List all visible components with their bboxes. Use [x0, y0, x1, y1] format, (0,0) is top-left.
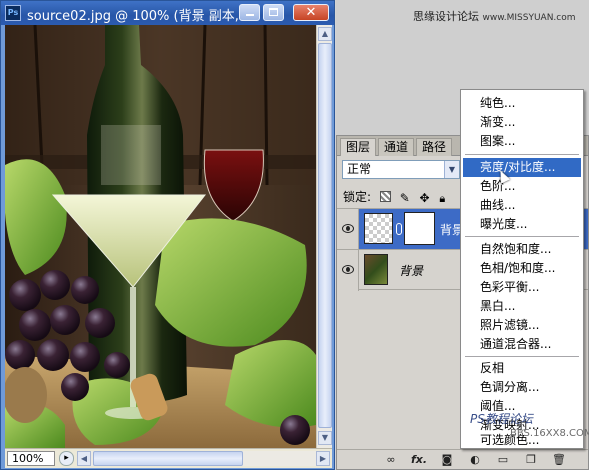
- menu-item-black-white[interactable]: 黑白...: [463, 297, 581, 316]
- menu-item-exposure[interactable]: 曝光度...: [463, 215, 581, 234]
- watermark-bottom-url: BBS.16XX8.COM: [510, 428, 589, 439]
- tab-paths[interactable]: 路径: [416, 138, 453, 156]
- menu-item-color-balance[interactable]: 色彩平衡...: [463, 278, 581, 297]
- adjustment-layer-menu: 纯色... 渐变... 图案... 亮度/对比度... 色阶... 曲线... …: [460, 89, 584, 449]
- new-layer-icon[interactable]: ❐: [523, 453, 539, 467]
- minimize-icon: [245, 14, 254, 16]
- image-canvas[interactable]: [5, 25, 316, 448]
- menu-item-curves[interactable]: 曲线...: [463, 196, 581, 215]
- menu-item-hue-saturation[interactable]: 色相/饱和度...: [463, 259, 581, 278]
- lock-transparent-icon[interactable]: [379, 191, 391, 202]
- eye-icon: [342, 265, 354, 274]
- horizontal-scroll-thumb[interactable]: [93, 451, 243, 466]
- menu-item-invert[interactable]: 反相: [463, 359, 581, 378]
- document-title: source02.jpg @ 100% (背景 副本, ...: [27, 9, 256, 24]
- menu-item-posterize[interactable]: 色调分离...: [463, 378, 581, 397]
- fx-icon[interactable]: fx.: [411, 453, 427, 467]
- scroll-left-arrow-icon[interactable]: ◀: [77, 451, 91, 466]
- scroll-right-arrow-icon[interactable]: ▶: [316, 451, 330, 466]
- eye-icon: [342, 224, 354, 233]
- mask-icon[interactable]: ◙: [439, 453, 455, 467]
- menu-item-pattern[interactable]: 图案...: [463, 132, 581, 151]
- menu-item-gradient[interactable]: 渐变...: [463, 113, 581, 132]
- close-button[interactable]: ✕: [293, 4, 329, 21]
- scroll-up-arrow-icon[interactable]: ▲: [318, 27, 332, 41]
- watermark-bottom: PS教程论坛: [470, 412, 533, 426]
- close-icon: ✕: [305, 5, 317, 20]
- layers-panel-toolbar: ∞ fx. ◙ ◐ ▭ ❐ 🗑︎: [337, 449, 588, 469]
- watermark-top-url: www.MISSYUAN.com: [482, 13, 576, 23]
- blend-mode-value: 正常: [347, 162, 372, 176]
- menu-item-brightness-contrast[interactable]: 亮度/对比度...: [463, 158, 581, 177]
- lock-move-icon[interactable]: ✥: [420, 191, 431, 205]
- watermark-top: 思缘设计论坛 www.MISSYUAN.com: [413, 8, 576, 24]
- photoshop-app-icon: Ps: [5, 5, 21, 21]
- menu-item-channel-mixer[interactable]: 通道混合器...: [463, 335, 581, 354]
- menu-item-solid-color[interactable]: 纯色...: [463, 94, 581, 113]
- zoom-level-field[interactable]: 100%: [7, 451, 55, 466]
- document-title-bar[interactable]: Ps source02.jpg @ 100% (背景 副本, ... ✕: [1, 1, 334, 25]
- visibility-toggle[interactable]: [337, 250, 359, 291]
- watermark-top-text: 思缘设计论坛: [413, 10, 479, 23]
- horizontal-scrollbar[interactable]: ◀ ▶: [77, 451, 330, 466]
- menu-item-photo-filter[interactable]: 照片滤镜...: [463, 316, 581, 335]
- blend-mode-select[interactable]: 正常 ▼: [342, 160, 460, 179]
- menu-item-vibrance[interactable]: 自然饱和度...: [463, 240, 581, 259]
- scroll-down-arrow-icon[interactable]: ▼: [318, 431, 332, 445]
- tab-layers[interactable]: 图层: [340, 138, 377, 156]
- menu-item-levels[interactable]: 色阶...: [463, 177, 581, 196]
- maximize-icon: [269, 8, 278, 16]
- menu-separator: [465, 154, 579, 155]
- layer-thumbnail: [364, 213, 393, 244]
- menu-separator: [465, 356, 579, 357]
- minimize-button[interactable]: [239, 4, 260, 21]
- chevron-down-icon: ▼: [444, 161, 459, 178]
- lock-all-icon[interactable]: 🔒︎: [439, 192, 450, 205]
- trash-icon[interactable]: 🗑︎: [551, 453, 567, 467]
- layer-mask-thumbnail[interactable]: [405, 213, 434, 244]
- photo-wine-still-life: [5, 25, 316, 448]
- lock-row: 锁定: ✎ ✥ 🔒︎: [343, 188, 450, 205]
- layer-name: 背景: [399, 264, 424, 278]
- lock-brush-icon[interactable]: ✎: [400, 191, 411, 205]
- vertical-scroll-thumb[interactable]: [318, 43, 332, 428]
- tab-channels[interactable]: 通道: [378, 138, 415, 156]
- visibility-toggle[interactable]: [337, 209, 359, 250]
- adjustment-layer-icon[interactable]: ◐: [467, 453, 483, 467]
- lock-label: 锁定:: [343, 190, 372, 204]
- link-layers-icon[interactable]: ∞: [383, 453, 399, 467]
- document-status-bar: 100% ▸ ◀ ▶: [5, 448, 332, 468]
- menu-separator: [465, 236, 579, 237]
- status-nav-icon[interactable]: ▸: [59, 451, 74, 466]
- layer-thumbnail: [364, 254, 388, 285]
- vertical-scrollbar[interactable]: ▲ ▼: [316, 25, 332, 448]
- link-icon[interactable]: [396, 223, 402, 235]
- document-window: Ps source02.jpg @ 100% (背景 副本, ... ✕ ▲ ▼…: [0, 0, 335, 470]
- group-icon[interactable]: ▭: [495, 453, 511, 467]
- maximize-button[interactable]: [263, 4, 284, 21]
